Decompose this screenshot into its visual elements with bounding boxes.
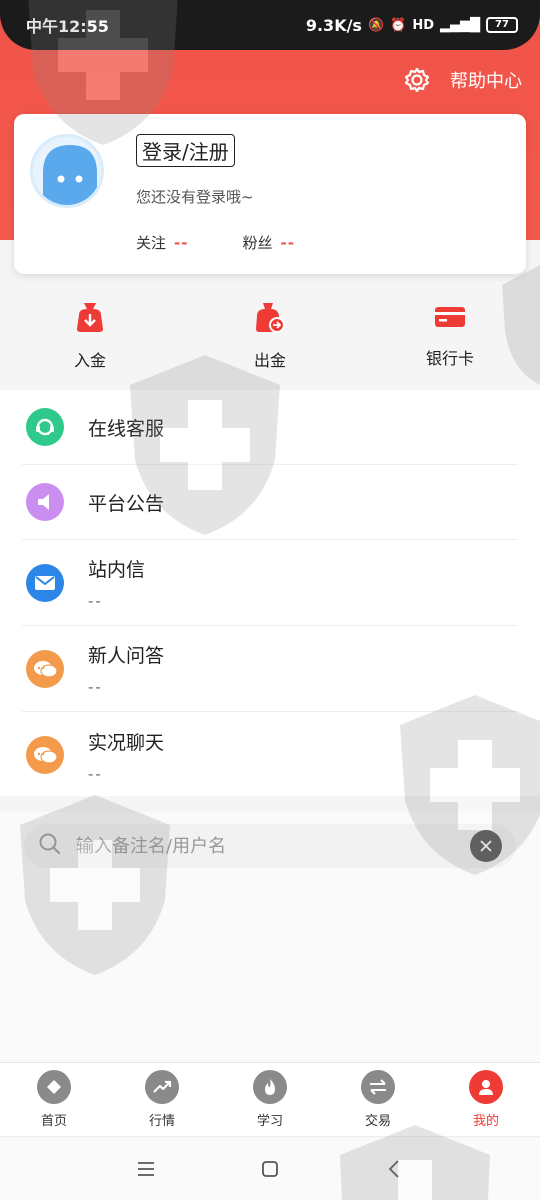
close-icon [480, 840, 492, 852]
avatar[interactable] [30, 134, 104, 208]
menu-title: 实况聊天 [88, 731, 165, 754]
search-icon [38, 832, 62, 860]
swap-icon [361, 1070, 395, 1104]
tab-home[interactable]: 首页 [0, 1063, 108, 1136]
hd-icon: HD [412, 17, 434, 33]
tab-label: 学习 [256, 1114, 283, 1129]
fans-stat[interactable]: 粉丝 -- [242, 232, 294, 253]
tab-learn[interactable]: 学习 [216, 1063, 324, 1136]
menu-title: 新人问答 [88, 645, 165, 667]
home-diamond-icon [37, 1070, 71, 1104]
bank-card-button[interactable]: 银行卡 [360, 288, 540, 384]
menu-subtitle: -- [88, 764, 103, 783]
mute-icon: 🔕 [367, 17, 385, 33]
tab-trade[interactable]: 交易 [324, 1063, 432, 1136]
menu-item-online-service[interactable]: 在线客服 [22, 390, 518, 465]
profile-card: 登录/注册 您还没有登录哦~ 关注 -- 粉丝 -- [14, 114, 526, 274]
menu-text: 站内信 -- [88, 555, 145, 610]
deposit-bag-icon [73, 301, 107, 337]
login-register-button[interactable]: 登录/注册 [136, 134, 235, 167]
signal-icon: ▂▄▆█ [440, 17, 480, 33]
speaker-icon [26, 483, 64, 521]
menu-title: 站内信 [88, 559, 146, 581]
status-time: 中午12:55 [26, 17, 109, 36]
bottom-tab-bar: 首页 行情 学习 交易 我的 [0, 1062, 540, 1136]
menu-text: 平台公告 [88, 489, 164, 516]
trend-icon [145, 1070, 179, 1104]
deposit-label: 入金 [73, 351, 106, 370]
menu-text: 在线客服 [88, 414, 164, 441]
back-icon[interactable] [382, 1157, 406, 1181]
tab-market[interactable]: 行情 [108, 1063, 216, 1136]
bank-card-label: 银行卡 [425, 349, 474, 368]
menu-item-newbie-qa[interactable]: 新人问答 -- [22, 626, 518, 712]
deposit-button[interactable]: 入金 [0, 288, 180, 384]
withdraw-bag-icon [253, 301, 287, 337]
follow-stat[interactable]: 关注 -- [136, 232, 188, 253]
follow-value: -- [174, 233, 189, 252]
quick-actions: 入金 出金 银行卡 [0, 288, 540, 384]
tab-label: 我的 [472, 1114, 499, 1129]
status-indicators: 9.3K/s 🔕 ⏰ HD ▂▄▆█ 77 [306, 16, 518, 35]
headset-icon [26, 408, 64, 446]
menu-subtitle: -- [88, 678, 103, 696]
fans-label: 粉丝 [242, 234, 273, 252]
search-input[interactable] [76, 835, 456, 857]
help-row: 帮助中心 [402, 60, 522, 100]
search-section [0, 812, 540, 1062]
fans-value: -- [280, 233, 295, 252]
login-status-text: 您还没有登录哦~ [136, 188, 254, 206]
search-bar [24, 824, 516, 868]
menu-text: 实况聊天 -- [88, 728, 164, 783]
menu-title: 在线客服 [88, 417, 165, 440]
withdraw-label: 出金 [253, 351, 286, 370]
chat-icon [26, 736, 64, 774]
tab-me[interactable]: 我的 [432, 1063, 540, 1136]
menu-list: 在线客服 平台公告 站内信 -- 新人问答 -- 实况聊天 -- [0, 390, 540, 796]
tab-label: 交易 [364, 1114, 391, 1129]
tab-label: 首页 [40, 1114, 67, 1129]
battery-icon: 77 [486, 17, 518, 33]
menu-item-inbox[interactable]: 站内信 -- [22, 540, 518, 626]
flame-icon [253, 1070, 287, 1104]
mail-icon [26, 563, 64, 602]
gear-icon[interactable] [402, 65, 432, 95]
bank-card-icon [433, 303, 467, 335]
follow-label: 关注 [136, 234, 167, 252]
menu-text: 新人问答 -- [88, 641, 164, 696]
profile-stats: 关注 -- 粉丝 -- [136, 232, 349, 253]
menu-item-live-chat[interactable]: 实况聊天 -- [22, 712, 518, 798]
system-nav-bar [0, 1136, 540, 1200]
tab-label: 行情 [148, 1114, 175, 1129]
alarm-icon: ⏰ [390, 17, 407, 33]
menu-subtitle: -- [88, 592, 103, 610]
clear-search-button[interactable] [470, 830, 502, 862]
menu-icon[interactable] [134, 1157, 158, 1181]
network-speed: 9.3K/s [305, 15, 362, 35]
withdraw-button[interactable]: 出金 [180, 288, 360, 384]
status-bar: 中午12:55 9.3K/s 🔕 ⏰ HD ▂▄▆█ 77 [0, 0, 540, 50]
chat-icon [26, 649, 64, 688]
home-square-icon[interactable] [258, 1157, 282, 1181]
menu-item-announcements[interactable]: 平台公告 [22, 465, 518, 540]
menu-title: 平台公告 [88, 492, 165, 515]
help-center-link[interactable]: 帮助中心 [450, 67, 522, 93]
user-icon [469, 1070, 503, 1104]
